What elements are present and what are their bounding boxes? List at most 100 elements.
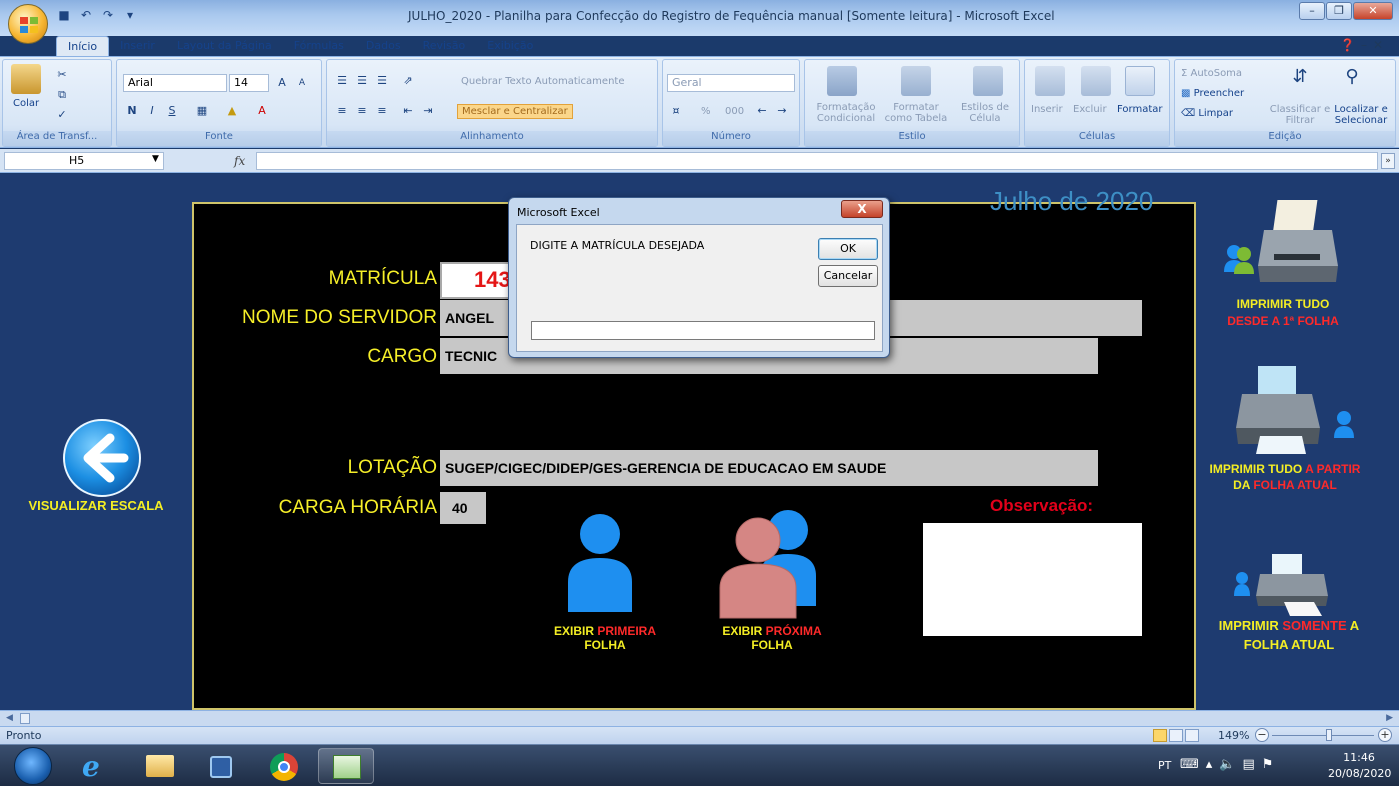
sort-filter-icon[interactable]: ⇵: [1291, 68, 1309, 86]
align-right-icon[interactable]: ≡: [373, 102, 391, 120]
action-center-icon[interactable]: ⚑: [1262, 757, 1281, 772]
find-select-button[interactable]: Localizar e Selecionar: [1329, 104, 1393, 126]
zoom-out-icon[interactable]: −: [1255, 728, 1269, 742]
underline-button[interactable]: S: [163, 102, 181, 120]
name-box-dropdown-icon[interactable]: ▼: [152, 154, 159, 164]
format-painter-icon[interactable]: ✓: [53, 106, 71, 124]
zoom-in-icon[interactable]: +: [1378, 728, 1392, 742]
exibir-proxima-highlight[interactable]: PRÓXIMA: [766, 624, 822, 638]
show-hidden-icon[interactable]: ▴: [1206, 757, 1220, 772]
imprimir-somente-folha-atual[interactable]: FOLHA ATUAL: [1244, 637, 1335, 652]
undo-icon[interactable]: ↶: [78, 7, 94, 23]
format-table-button[interactable]: Formatar como Tabela: [883, 102, 949, 124]
font-color-icon[interactable]: A: [253, 102, 271, 120]
wrap-text-button[interactable]: Quebrar Texto Automaticamente: [461, 76, 624, 87]
help-icon[interactable]: ❓: [1340, 38, 1361, 52]
delete-cells-button[interactable]: Excluir: [1073, 104, 1107, 115]
format-cells-button[interactable]: Formatar: [1117, 104, 1162, 115]
printer-only-icon[interactable]: [1232, 552, 1342, 618]
volume-icon[interactable]: 🔈: [1219, 757, 1242, 772]
observacao-box[interactable]: [923, 523, 1142, 636]
tab-exibicao[interactable]: Exibição: [476, 36, 544, 57]
horizontal-scrollbar[interactable]: ◀ ▶: [0, 710, 1399, 726]
imprimir-somente-text[interactable]: IMPRIMIR: [1219, 618, 1283, 633]
format-cells-icon[interactable]: [1125, 66, 1155, 96]
imprimir-somente-highlight[interactable]: SOMENTE: [1282, 618, 1346, 633]
zoom-level[interactable]: 149%: [1218, 729, 1249, 742]
percent-button[interactable]: %: [701, 106, 711, 117]
shrink-font-icon[interactable]: A: [293, 74, 311, 92]
align-top-icon[interactable]: ☰: [333, 72, 351, 90]
exibir-primeira-highlight[interactable]: PRIMEIRA: [597, 624, 656, 638]
conditional-format-icon[interactable]: [827, 66, 857, 96]
visualizar-escala-button[interactable]: VISUALIZAR ESCALA: [8, 498, 184, 513]
tab-formulas[interactable]: Fórmulas: [283, 36, 355, 57]
redo-icon[interactable]: ↷: [100, 7, 116, 23]
scroll-thumb[interactable]: [20, 713, 30, 724]
merge-center-button[interactable]: Mesclar e Centralizar: [457, 104, 573, 119]
page-layout-view-icon[interactable]: [1169, 729, 1183, 742]
font-name-select[interactable]: Arial: [123, 74, 227, 92]
printer-all-icon[interactable]: [1218, 196, 1348, 292]
imprimir-somente-a[interactable]: A: [1347, 618, 1359, 633]
orientation-icon[interactable]: ⇗: [399, 72, 417, 90]
exibir-primeira-text[interactable]: EXIBIR: [554, 624, 597, 638]
formula-input[interactable]: [256, 152, 1378, 170]
scroll-right-icon[interactable]: ▶: [1386, 713, 1393, 723]
carga-cell[interactable]: 40: [440, 492, 486, 524]
printer-from-icon[interactable]: [1232, 362, 1360, 458]
keyboard-icon[interactable]: ⌨: [1180, 757, 1206, 772]
decrease-decimal-icon[interactable]: →: [773, 102, 791, 120]
save-icon[interactable]: ■: [56, 7, 72, 23]
chrome-taskbar-app[interactable]: [256, 748, 312, 784]
borders-icon[interactable]: ▦: [193, 102, 211, 120]
autosum-button[interactable]: AutoSoma: [1191, 68, 1243, 79]
align-left-icon[interactable]: ≡: [333, 102, 351, 120]
imprimir-folha-atual-highlight[interactable]: FOLHA ATUAL: [1253, 478, 1337, 492]
zoom-slider[interactable]: [1272, 735, 1374, 736]
grow-font-icon[interactable]: A: [273, 74, 291, 92]
tab-revisao[interactable]: Revisão: [412, 36, 477, 57]
align-bottom-icon[interactable]: ☰: [373, 72, 391, 90]
number-format-select[interactable]: Geral: [667, 74, 795, 92]
conditional-format-button[interactable]: Formatação Condicional: [811, 102, 881, 124]
imprimir-a-partir-highlight[interactable]: A PARTIR: [1305, 462, 1360, 476]
language-indicator[interactable]: PT: [1158, 759, 1171, 772]
exibir-proxima-folha[interactable]: FOLHA: [751, 638, 792, 652]
person-next-icon[interactable]: [712, 506, 832, 622]
tab-inserir[interactable]: Inserir: [109, 36, 166, 57]
excel-taskbar-app[interactable]: [318, 748, 374, 784]
imprimir-a-partir-text[interactable]: IMPRIMIR TUDO: [1210, 462, 1306, 476]
close-window-button[interactable]: ✕: [1353, 2, 1393, 20]
imprimir-da-text[interactable]: DA: [1233, 478, 1253, 492]
media-player-taskbar-app[interactable]: [194, 748, 250, 784]
copy-icon[interactable]: ⧉: [53, 86, 71, 104]
person-first-icon[interactable]: [560, 512, 640, 622]
fill-color-icon[interactable]: ▲: [223, 102, 241, 120]
back-arrow-icon[interactable]: [62, 418, 142, 498]
imprimir-tudo-text[interactable]: IMPRIMIR TUDO: [1237, 297, 1330, 311]
insert-cells-icon[interactable]: [1035, 66, 1065, 96]
office-button[interactable]: [8, 4, 48, 44]
clear-button[interactable]: Limpar: [1198, 108, 1233, 119]
exibir-proxima-text[interactable]: EXIBIR: [722, 624, 765, 638]
cell-styles-button[interactable]: Estilos de Célula: [957, 102, 1013, 124]
normal-view-icon[interactable]: [1153, 729, 1167, 742]
align-middle-icon[interactable]: ☰: [353, 72, 371, 90]
tab-inicio[interactable]: Início: [56, 36, 110, 57]
imprimir-tudo-desde-text[interactable]: DESDE A 1ª FOLHA: [1227, 314, 1339, 328]
format-table-icon[interactable]: [901, 66, 931, 96]
thousands-button[interactable]: 000: [725, 106, 744, 117]
lotacao-cell[interactable]: SUGEP/CIGEC/DIDEP/GES-GERENCIA DE EDUCAC…: [440, 450, 1098, 486]
decrease-indent-icon[interactable]: ⇤: [399, 102, 417, 120]
increase-decimal-icon[interactable]: ←: [753, 102, 771, 120]
increase-indent-icon[interactable]: ⇥: [419, 102, 437, 120]
maximize-button[interactable]: ❐: [1326, 2, 1352, 20]
exibir-primeira-folha[interactable]: FOLHA: [584, 638, 625, 652]
paste-button[interactable]: Colar: [13, 98, 39, 109]
expand-formula-bar-icon[interactable]: »: [1381, 153, 1395, 169]
restore-workbook-icon[interactable]: –: [1361, 38, 1373, 52]
name-box[interactable]: H5: [4, 152, 164, 170]
zoom-slider-thumb[interactable]: [1326, 729, 1332, 741]
scroll-left-icon[interactable]: ◀: [6, 713, 13, 723]
